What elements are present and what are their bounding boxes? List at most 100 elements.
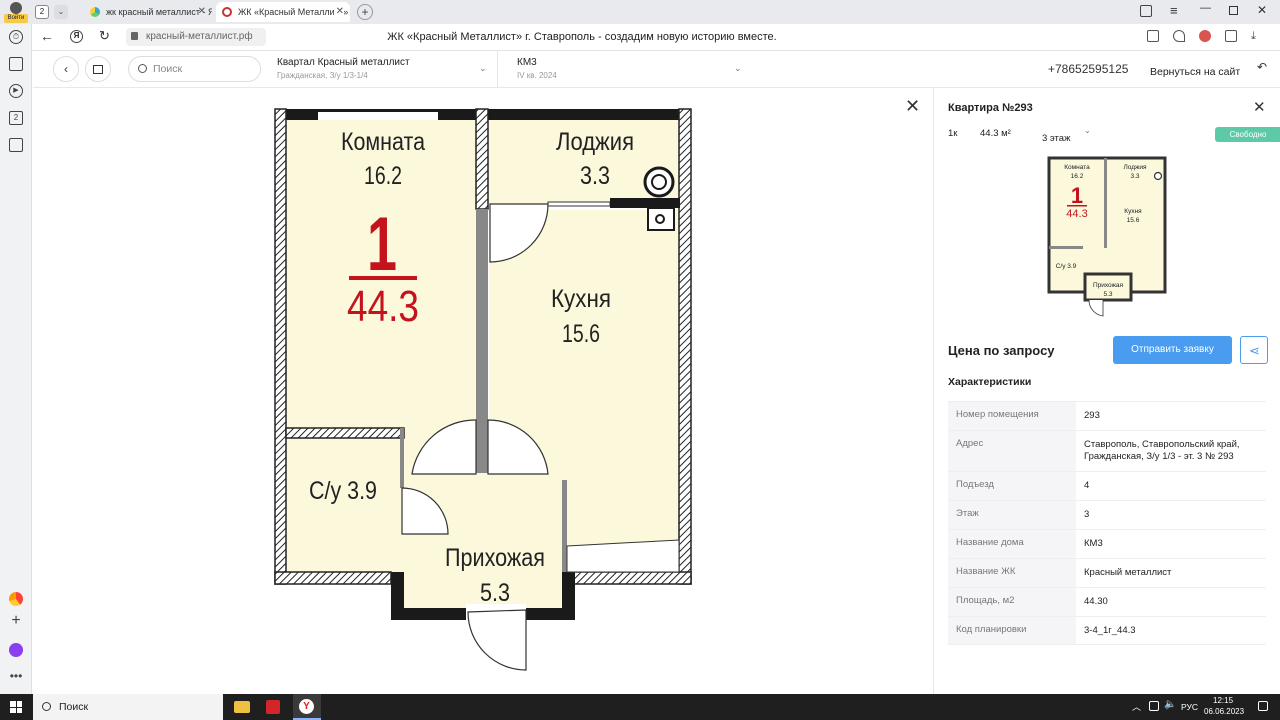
row-value: 4 bbox=[1084, 480, 1090, 491]
room-area: 16.2 bbox=[364, 162, 402, 190]
table-row: Этаж 3 bbox=[948, 500, 1266, 529]
thumb-partition bbox=[1104, 158, 1107, 248]
wall-top-right bbox=[488, 109, 691, 120]
wall-mid-top bbox=[475, 108, 489, 210]
search-input[interactable]: Поиск bbox=[128, 56, 261, 82]
boiler-icon bbox=[643, 166, 675, 198]
site-header: ‹ Поиск Квартал Красный металлист Гражда… bbox=[33, 51, 1280, 88]
floor-plan-area: ✕ Комната 16.2 1 44.3 Лоджия 3.3 Кухня 1… bbox=[33, 88, 933, 694]
table-row: Номер помещения 293 bbox=[948, 401, 1266, 430]
floor-plan: Комната 16.2 1 44.3 Лоджия 3.3 Кухня 15.… bbox=[274, 108, 692, 671]
kitchen-niche bbox=[566, 539, 680, 573]
new-tab-button[interactable]: + bbox=[357, 4, 373, 20]
add-icon[interactable]: + bbox=[9, 613, 23, 629]
file-explorer-icon[interactable] bbox=[234, 701, 250, 713]
wall-mid bbox=[476, 209, 488, 473]
more-icon[interactable]: ••• bbox=[9, 669, 23, 683]
tab-count-badge[interactable]: 2 bbox=[35, 5, 49, 19]
notifications-icon[interactable] bbox=[1258, 701, 1268, 711]
pdf-app-icon[interactable] bbox=[266, 700, 280, 714]
chevron-down-icon: ⌄ bbox=[479, 63, 487, 73]
profile-login-button[interactable]: Войти bbox=[4, 1, 28, 23]
row-value: Красный металлист bbox=[1084, 567, 1172, 578]
thumb-loggia-area: 3.3 bbox=[1130, 173, 1139, 180]
thumb-total-area: 44.3 bbox=[1066, 208, 1087, 220]
download-icon[interactable]: ⤓ bbox=[1251, 30, 1263, 42]
tab-active[interactable]: ЖК «Красный Металлист» ✕ bbox=[216, 2, 350, 22]
table-row: Адрес Ставрополь, Ставропольский край, Гр… bbox=[948, 430, 1266, 471]
close-icon[interactable]: ✕ bbox=[333, 2, 344, 22]
screenshot-icon[interactable] bbox=[9, 138, 23, 152]
thumb-room-name: Комната bbox=[1064, 164, 1090, 171]
plan-thumbnail[interactable]: Комната 16.2 1 44.3 Лоджия 3.3 Кухня 15.… bbox=[1047, 156, 1167, 318]
windows-start-icon[interactable] bbox=[10, 701, 22, 713]
volume-icon[interactable]: 🔈 bbox=[1164, 699, 1176, 710]
back-button[interactable]: ‹ bbox=[53, 56, 79, 82]
table-row: Код планировки 3-4_1г_44.3 bbox=[948, 616, 1266, 645]
tabs-dropdown[interactable]: ⌄ bbox=[54, 5, 68, 19]
alice-icon[interactable] bbox=[9, 643, 23, 657]
app-colorful-icon[interactable] bbox=[9, 592, 23, 606]
row-value: Ставрополь, Ставропольский край, Граждан… bbox=[1084, 439, 1240, 462]
thumb-bath-wall bbox=[1049, 246, 1083, 249]
thumb-door bbox=[1088, 299, 1104, 317]
counter-icon[interactable]: 2 bbox=[9, 111, 23, 125]
translate-icon[interactable] bbox=[1225, 30, 1237, 42]
row-key: Этаж bbox=[948, 501, 1076, 529]
history-icon[interactable]: ⏱ bbox=[9, 30, 23, 44]
floor-selector[interactable]: 3 этаж ⌄ bbox=[1042, 126, 1102, 144]
window-close-icon[interactable]: ✕ bbox=[1257, 3, 1267, 17]
extensions-icons[interactable]: ⤓ bbox=[1147, 30, 1267, 44]
site-favicon-icon bbox=[222, 7, 232, 17]
tab-label: жк красный металлист - Я bbox=[106, 7, 212, 17]
home-button[interactable] bbox=[85, 56, 111, 82]
phone-link[interactable]: +78652595125 bbox=[1048, 62, 1128, 76]
tray-chevron-icon[interactable]: ︿ bbox=[1132, 700, 1141, 713]
room-name: Комната bbox=[341, 128, 425, 156]
back-to-site-link[interactable]: Вернуться на сайт ↶ bbox=[1150, 60, 1270, 78]
yandex-browser-icon[interactable]: Y bbox=[293, 694, 321, 720]
window-top bbox=[318, 112, 438, 120]
protect-icon[interactable] bbox=[1147, 30, 1159, 42]
language-indicator[interactable]: РУС bbox=[1181, 702, 1198, 712]
complex-name: Квартал Красный металлист bbox=[277, 57, 410, 68]
thumb-fraction-line bbox=[1067, 205, 1087, 207]
clock-date[interactable]: 06.06.2023 bbox=[1204, 707, 1244, 716]
tab-label: ЖК «Красный Металлист» bbox=[238, 7, 349, 17]
extension-icon[interactable] bbox=[1199, 30, 1211, 42]
restore-icon[interactable] bbox=[1229, 6, 1238, 15]
building-date: IV кв. 2024 bbox=[517, 71, 557, 80]
send-request-button[interactable]: Отправить заявку bbox=[1113, 336, 1232, 364]
apartment-title: Квартира №293 bbox=[948, 102, 1033, 114]
login-label: Войти bbox=[4, 14, 28, 23]
search-placeholder: Поиск bbox=[153, 63, 183, 75]
wall-hall-right bbox=[562, 480, 567, 580]
building-selector[interactable]: КМ3 IV кв. 2024 ⌄ bbox=[517, 55, 743, 83]
row-value: 3 bbox=[1084, 509, 1090, 520]
share-button[interactable]: ⋖ bbox=[1240, 336, 1268, 364]
play-icon[interactable]: ▶ bbox=[9, 84, 23, 98]
pin-icon[interactable] bbox=[1173, 30, 1185, 42]
taskbar-search[interactable]: Поиск bbox=[33, 694, 223, 720]
minimize-icon[interactable]: — bbox=[1200, 2, 1211, 14]
bookmarks-icon[interactable] bbox=[1140, 5, 1152, 17]
complex-selector[interactable]: Квартал Красный металлист Гражданская, З… bbox=[277, 55, 491, 83]
wall-bath-top bbox=[285, 427, 405, 439]
table-row: Подъезд 4 bbox=[948, 471, 1266, 500]
notes-icon[interactable] bbox=[9, 57, 23, 71]
row-value: 3-4_1г_44.3 bbox=[1084, 625, 1136, 636]
clock-time[interactable]: 12:15 bbox=[1213, 696, 1233, 705]
page-title: ЖК «Красный Металлист» г. Ставрополь - с… bbox=[387, 31, 777, 43]
close-icon[interactable]: ✕ bbox=[198, 2, 206, 22]
close-panel-button[interactable]: ✕ bbox=[1253, 98, 1266, 116]
row-key: Номер помещения bbox=[948, 402, 1076, 430]
menu-icon[interactable]: ≡ bbox=[1170, 3, 1178, 18]
taskbar: Поиск Y ︿ 🔈 РУС 12:15 06.06.2023 bbox=[0, 694, 1280, 720]
building-name: КМ3 bbox=[517, 57, 537, 68]
thumb-hall-name: Прихожая bbox=[1093, 282, 1124, 289]
tab-search[interactable]: жк красный металлист - Я ✕ bbox=[84, 2, 212, 22]
network-icon[interactable] bbox=[1149, 701, 1159, 711]
yandex-search-icon bbox=[90, 7, 100, 17]
kitchen-area: 15.6 bbox=[562, 320, 600, 348]
share-icon: ⋖ bbox=[1249, 343, 1260, 358]
